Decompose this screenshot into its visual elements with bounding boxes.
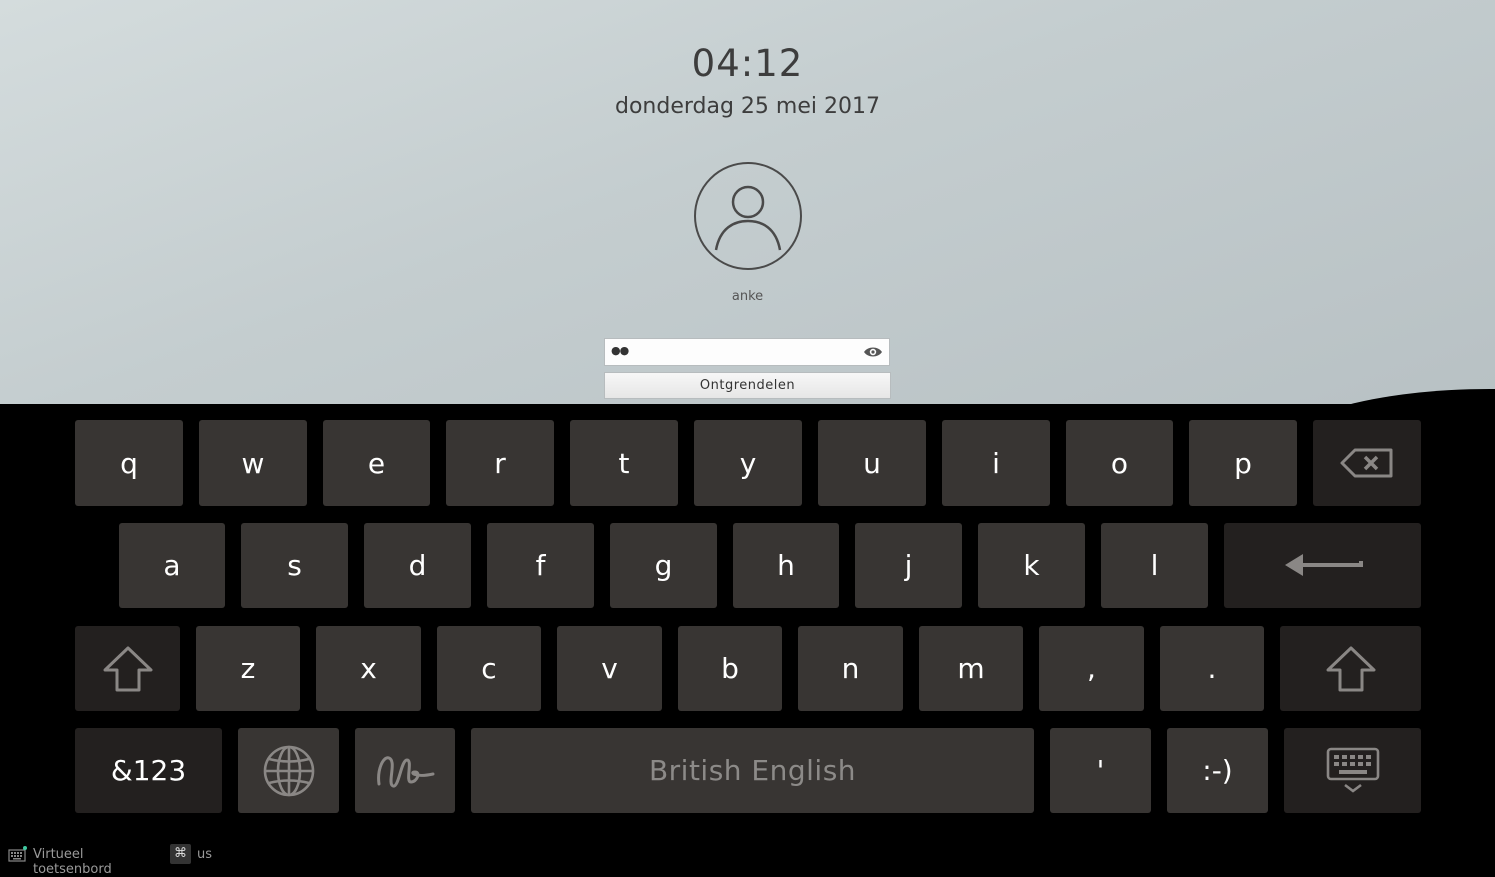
language-key[interactable]	[238, 728, 339, 813]
backspace-icon	[1340, 448, 1393, 478]
hide-keyboard-key[interactable]	[1284, 728, 1421, 813]
keyboard-icon	[8, 846, 27, 862]
eye-icon[interactable]	[863, 345, 883, 359]
layout-label: us	[197, 847, 213, 862]
key-s[interactable]: s	[241, 523, 348, 608]
key-a[interactable]: a	[119, 523, 225, 608]
symbols-key[interactable]: &123	[75, 728, 222, 813]
key-q[interactable]: q	[75, 420, 183, 506]
clock-time: 04:12	[691, 42, 804, 85]
key-z[interactable]: z	[196, 626, 300, 711]
key-d[interactable]: d	[364, 523, 471, 608]
space-key-label: British English	[648, 754, 857, 787]
key-p[interactable]: p	[1189, 420, 1297, 506]
space-key[interactable]: British English	[471, 728, 1034, 813]
key-l[interactable]: l	[1101, 523, 1208, 608]
lock-screen: 04:12 donderdag 25 mei 2017 anke ●● Ontg…	[0, 0, 1495, 404]
key-b[interactable]: b	[678, 626, 782, 711]
username-label: anke	[731, 289, 764, 304]
key-v[interactable]: v	[557, 626, 662, 711]
keyboard-layout-indicator[interactable]: ⌘ us	[170, 843, 220, 865]
key-m[interactable]: m	[919, 626, 1023, 711]
key-u[interactable]: u	[818, 420, 926, 506]
user-avatar[interactable]	[694, 162, 802, 270]
clock-date: donderdag 25 mei 2017	[615, 94, 880, 119]
background-wave	[1280, 389, 1495, 404]
shift-icon	[1326, 646, 1375, 691]
key-k[interactable]: k	[978, 523, 1085, 608]
password-value: ●●	[611, 344, 629, 357]
key-period[interactable]: .	[1160, 626, 1264, 711]
handwriting-key[interactable]	[355, 728, 455, 813]
virtual-keyboard-toggle[interactable]: Virtueel toetsenbord	[8, 844, 163, 877]
key-g[interactable]: g	[610, 523, 717, 608]
key-f[interactable]: f	[487, 523, 594, 608]
shift-icon	[103, 646, 152, 691]
shift-key-left[interactable]	[75, 626, 180, 711]
key-y[interactable]: y	[694, 420, 802, 506]
key-apostrophe[interactable]: '	[1050, 728, 1151, 813]
virtual-keyboard-label: Virtueel toetsenbord	[33, 847, 112, 877]
key-i[interactable]: i	[942, 420, 1050, 506]
enter-key[interactable]	[1224, 523, 1421, 608]
key-o[interactable]: o	[1066, 420, 1173, 506]
key-w[interactable]: w	[199, 420, 307, 506]
key-h[interactable]: h	[733, 523, 839, 608]
backspace-key[interactable]	[1313, 420, 1421, 506]
command-icon: ⌘	[170, 844, 191, 864]
key-comma[interactable]: ,	[1039, 626, 1144, 711]
hide-keyboard-icon	[1326, 747, 1379, 793]
shift-key-right[interactable]	[1280, 626, 1421, 711]
key-t[interactable]: t	[570, 420, 678, 506]
unlock-button[interactable]: Ontgrendelen	[604, 372, 891, 399]
status-bar: Virtueel toetsenbord ⌘ us	[0, 840, 1495, 877]
key-j[interactable]: j	[855, 523, 962, 608]
key-n[interactable]: n	[798, 626, 903, 711]
key-r[interactable]: r	[446, 420, 554, 506]
enter-icon	[1284, 553, 1363, 576]
user-avatar-icon	[714, 185, 782, 251]
handwriting-icon	[377, 755, 435, 787]
globe-icon	[263, 745, 314, 796]
password-field[interactable]: ●●	[604, 338, 890, 366]
key-e[interactable]: e	[323, 420, 430, 506]
key-x[interactable]: x	[316, 626, 421, 711]
key-smiley[interactable]: :-)	[1167, 728, 1268, 813]
key-c[interactable]: c	[437, 626, 541, 711]
